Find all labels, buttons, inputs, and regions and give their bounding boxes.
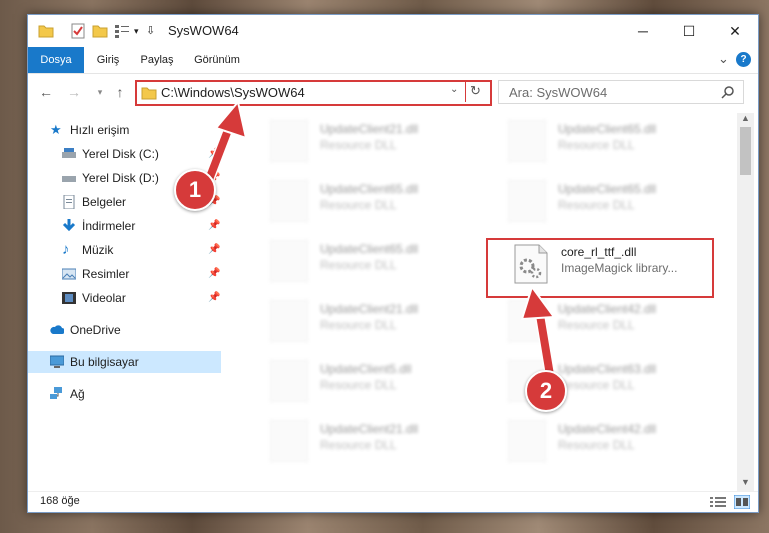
status-bar: 168 öğe <box>28 491 758 512</box>
videos-icon <box>62 292 76 304</box>
dll-file-icon <box>508 180 546 222</box>
back-icon[interactable]: ← <box>36 82 56 102</box>
refresh-icon[interactable]: ↻ <box>470 83 481 99</box>
maximize-button[interactable]: ☐ <box>666 15 712 47</box>
list-item[interactable]: UpdateClient21.dll Resource DLL <box>248 415 478 467</box>
search-icon[interactable] <box>721 85 735 99</box>
tiles-view-icon[interactable] <box>734 495 750 509</box>
network-icon <box>50 387 62 399</box>
list-item[interactable]: UpdateClient42.dll Resource DLL <box>486 415 716 467</box>
star-icon: ★ <box>50 122 62 137</box>
sidebar-item-onedrive[interactable]: OneDrive <box>28 319 221 341</box>
dll-file-icon <box>270 300 308 342</box>
scroll-down-icon[interactable]: ▼ <box>741 477 750 487</box>
details-view-icon[interactable] <box>710 496 726 508</box>
step-badge-2: 2 <box>525 370 567 412</box>
item-count: 168 öğe <box>40 495 80 507</box>
list-item[interactable]: UpdateClient21.dll Resource DLL <box>248 115 478 167</box>
title-bar: ▾ ⇩ SysWOW64 ─ ☐ ✕ <box>28 15 758 47</box>
navigation-bar: ← → ▾ ↑ C:\Windows\SysWOW64 ⌄ ↻ Ara: Sys… <box>28 74 758 110</box>
search-placeholder: Ara: SysWOW64 <box>509 85 608 100</box>
dll-file-icon <box>270 420 308 462</box>
tab-dosya[interactable]: Dosya <box>28 47 84 73</box>
search-input[interactable]: Ara: SysWOW64 <box>498 80 744 104</box>
step-badge-1: 1 <box>174 169 216 211</box>
view-options-icon[interactable] <box>114 23 132 39</box>
folder-icon <box>141 87 157 100</box>
help-icon[interactable]: ? <box>736 52 751 67</box>
dll-file-icon <box>508 120 546 162</box>
download-icon <box>62 219 76 232</box>
music-icon: ♪ <box>62 241 70 258</box>
list-item[interactable]: UpdateClient65.dll Resource DLL <box>486 115 716 167</box>
sidebar-item-pictures[interactable]: Resimler 📌 <box>28 263 221 285</box>
customize-toolbar-icon[interactable]: ⇩ <box>146 24 155 40</box>
sidebar-item-music[interactable]: ♪ Müzik 📌 <box>28 239 221 261</box>
chevron-down-icon[interactable]: ▾ <box>134 26 139 42</box>
window-title: SysWOW64 <box>168 23 239 38</box>
computer-icon <box>50 355 64 368</box>
recent-locations-icon[interactable]: ▾ <box>90 82 110 102</box>
chevron-down-icon[interactable]: ⌄ <box>450 84 458 95</box>
up-icon[interactable]: ↑ <box>110 82 130 102</box>
list-item[interactable]: UpdateClient21.dll Resource DLL <box>248 295 478 347</box>
pin-icon[interactable]: 📌 <box>208 268 220 279</box>
sidebar-item-videos[interactable]: Videolar 📌 <box>28 287 221 309</box>
tab-paylas[interactable]: Paylaş <box>132 47 182 73</box>
scrollbar-thumb[interactable] <box>740 127 751 175</box>
ribbon-tabs: Dosya Giriş Paylaş Görünüm ⌄ ? <box>28 47 758 74</box>
minimize-button[interactable]: ─ <box>620 15 666 47</box>
close-button[interactable]: ✕ <box>712 15 758 47</box>
scroll-up-icon[interactable]: ▲ <box>741 113 750 123</box>
dll-file-icon <box>270 240 308 282</box>
new-folder-icon[interactable] <box>92 23 108 39</box>
list-item[interactable]: UpdateClient5.dll Resource DLL <box>248 355 478 407</box>
drive-icon <box>62 176 76 182</box>
list-item[interactable]: UpdateClient65.dll Resource DLL <box>486 175 716 227</box>
drive-icon <box>62 148 76 158</box>
sidebar-item-network[interactable]: Ağ <box>28 383 221 405</box>
sidebar-item-this-pc[interactable]: Bu bilgisayar <box>28 351 221 373</box>
explorer-window: ▾ ⇩ SysWOW64 ─ ☐ ✕ Dosya Giriş Paylaş Gö… <box>27 14 759 513</box>
pin-icon[interactable]: 📌 <box>208 220 220 231</box>
list-item[interactable]: UpdateClient65.dll Resource DLL <box>248 235 478 287</box>
dll-file-icon <box>270 120 308 162</box>
sidebar-item-downloads[interactable]: İndirmeler 📌 <box>28 215 221 237</box>
tab-gorunum[interactable]: Görünüm <box>186 47 248 73</box>
dll-file-icon <box>270 360 308 402</box>
list-item[interactable]: UpdateClient65.dll Resource DLL <box>248 175 478 227</box>
ribbon-expand-icon[interactable]: ⌄ <box>718 51 729 67</box>
tab-giris[interactable]: Giriş <box>88 47 128 73</box>
forward-icon[interactable]: → <box>64 82 84 102</box>
vertical-scrollbar[interactable]: ▲ ▼ <box>737 113 754 491</box>
documents-icon <box>63 195 75 209</box>
dll-file-icon <box>508 420 546 462</box>
pictures-icon <box>62 268 76 280</box>
pin-icon[interactable]: 📌 <box>208 292 220 303</box>
dll-file-icon <box>270 180 308 222</box>
pin-icon[interactable]: 📌 <box>208 244 220 255</box>
folder-icon <box>38 25 54 38</box>
cloud-icon <box>50 325 64 334</box>
properties-icon[interactable] <box>70 23 86 39</box>
file-list: UpdateClient21.dll Resource DLL UpdateCl… <box>224 113 736 491</box>
